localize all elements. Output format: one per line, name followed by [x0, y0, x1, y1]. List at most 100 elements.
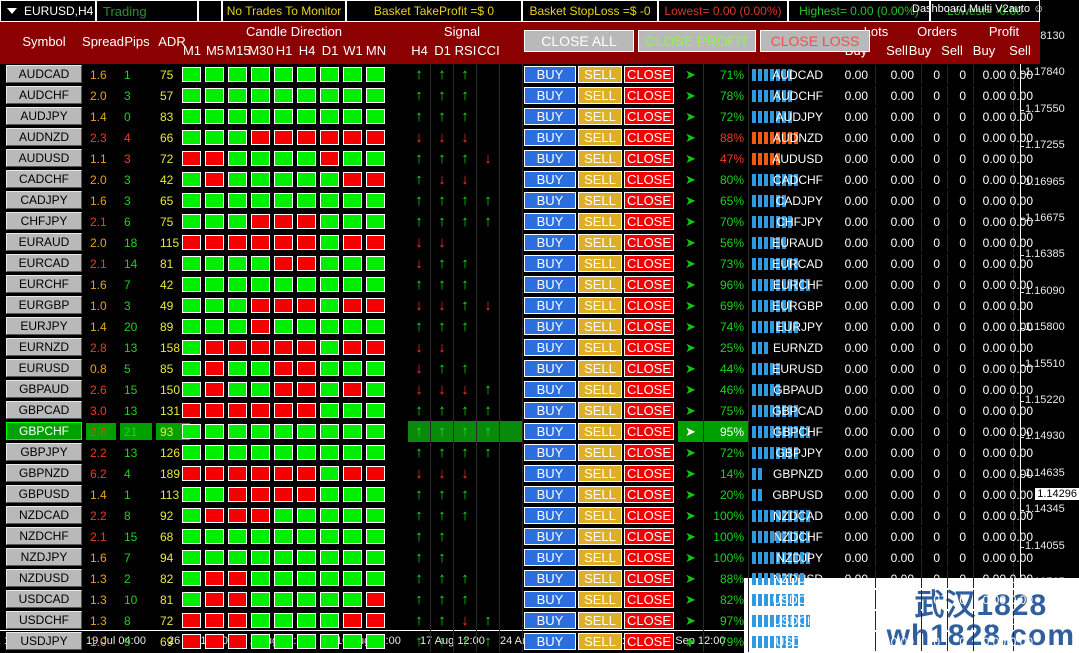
sell-button[interactable]: SELL	[578, 192, 622, 209]
buy-button[interactable]: BUY	[524, 129, 576, 146]
sell-button[interactable]: SELL	[578, 318, 622, 335]
close-button[interactable]: CLOSE	[624, 276, 674, 293]
buy-button[interactable]: BUY	[524, 402, 576, 419]
buy-button[interactable]: BUY	[524, 633, 576, 650]
table-row[interactable]: EURCHF 1.6 7 42 ↑ ↑ ↑ BUY SELL CLOSE ➤ 96% EURCHF 0.0…	[0, 274, 1040, 295]
symbol-button-USDJPY[interactable]: USDJPY	[6, 632, 82, 650]
close-button[interactable]: CLOSE	[624, 87, 674, 104]
buy-button[interactable]: BUY	[524, 318, 576, 335]
symbol-button-GBPCAD[interactable]: GBPCAD	[6, 401, 82, 419]
symbol-button-EURNZD[interactable]: EURNZD	[6, 338, 82, 356]
buy-button[interactable]: BUY	[524, 486, 576, 503]
close-button[interactable]: CLOSE	[624, 192, 674, 209]
sell-button[interactable]: SELL	[578, 486, 622, 503]
table-row[interactable]: GBPNZD 6.2 4 189 ↓ ↓ ↓ BUY SELL CLOSE ➤ 14% GBPNZD 0.…	[0, 463, 1040, 484]
table-row[interactable]: AUDUSD 1.1 3 72 ↑ ↑ ↑ ↓ BUY SELL CLOSE ➤ 47% AUDUSD 0.…	[0, 148, 1040, 169]
close-button[interactable]: CLOSE	[624, 150, 674, 167]
table-row[interactable]: CHFJPY 2.1 6 75 ↑ ↑ ↑ ↑ BUY SELL CLOSE ➤ 70% CHFJPY 0.…	[0, 211, 1040, 232]
table-row[interactable]: GBPCAD 3.0 13 131 ↑ ↑ ↑ ↑ BUY SELL CLOSE ➤ 75% GBPCAD…	[0, 400, 1040, 421]
symbol-button-GBPCHF[interactable]: GBPCHF	[6, 422, 82, 440]
sell-button[interactable]: SELL	[578, 591, 622, 608]
sell-button[interactable]: SELL	[578, 87, 622, 104]
table-row[interactable]: GBPJPY 2.2 13 126 ↑ ↑ ↑ ↑ BUY SELL CLOSE ➤ 72% GBPJPY…	[0, 442, 1040, 463]
sell-button[interactable]: SELL	[578, 633, 622, 650]
table-row[interactable]: AUDCHF 2.0 3 57 ↑ ↑ ↑ BUY SELL CLOSE ➤ 78% AUDCHF 0.0…	[0, 85, 1040, 106]
sell-button[interactable]: SELL	[578, 444, 622, 461]
sell-button[interactable]: SELL	[578, 129, 622, 146]
close-loss-button[interactable]: CLOSE LOSS	[760, 30, 870, 52]
table-row[interactable]: EURAUD 2.0 18 115 ↓ ↓ BUY SELL CLOSE ➤ 56% EURAUD 0.…	[0, 232, 1040, 253]
buy-button[interactable]: BUY	[524, 591, 576, 608]
symbol-button-CADJPY[interactable]: CADJPY	[6, 191, 82, 209]
buy-button[interactable]: BUY	[524, 549, 576, 566]
buy-button[interactable]: BUY	[524, 150, 576, 167]
table-row[interactable]: USDCHF 1.3 8 72 ↑ ↑ ↓ ↑ BUY SELL CLOSE ➤ 97% USDCHF 0.…	[0, 610, 1040, 631]
buy-button[interactable]: BUY	[524, 507, 576, 524]
close-button[interactable]: CLOSE	[624, 528, 674, 545]
close-button[interactable]: CLOSE	[624, 318, 674, 335]
table-row[interactable]: EURUSD 0.8 5 85 ↓ ↑ ↑ BUY SELL CLOSE ➤ 44% EURUSD 0.0…	[0, 358, 1040, 379]
table-row[interactable]: EURJPY 1.4 20 89 ↑ ↑ ↑ BUY SELL CLOSE ➤ 74% EURJPY 0.…	[0, 316, 1040, 337]
table-row[interactable]: GBPAUD 2.6 15 150 ↓ ↓ ↓ ↑ BUY SELL CLOSE ➤ 46% GBPAUD…	[0, 379, 1040, 400]
close-button[interactable]: CLOSE	[624, 381, 674, 398]
close-button[interactable]: CLOSE	[624, 549, 674, 566]
symbol-timeframe-selector[interactable]: EURUSD,H4	[0, 0, 96, 22]
close-all-button[interactable]: CLOSE ALL	[524, 30, 634, 52]
close-button[interactable]: CLOSE	[624, 402, 674, 419]
close-button[interactable]: CLOSE	[624, 255, 674, 272]
buy-button[interactable]: BUY	[524, 339, 576, 356]
buy-button[interactable]: BUY	[524, 66, 576, 83]
table-row[interactable]: CADJPY 1.6 3 65 ↑ ↑ ↑ ↑ BUY SELL CLOSE ➤ 65% CADJPY 0.…	[0, 190, 1040, 211]
sell-button[interactable]: SELL	[578, 276, 622, 293]
buy-button[interactable]: BUY	[524, 612, 576, 629]
symbol-button-USDCHF[interactable]: USDCHF	[6, 611, 82, 629]
buy-button[interactable]: BUY	[524, 213, 576, 230]
symbol-button-CHFJPY[interactable]: CHFJPY	[6, 212, 82, 230]
sell-button[interactable]: SELL	[578, 339, 622, 356]
close-profit-button[interactable]: CLOSE PROFIT	[638, 30, 756, 52]
buy-button[interactable]: BUY	[524, 276, 576, 293]
table-row[interactable]: AUDJPY 1.4 0 83 ↑ ↑ ↑ BUY SELL CLOSE ➤ 72% AUDJPY 0.0…	[0, 106, 1040, 127]
close-button[interactable]: CLOSE	[624, 297, 674, 314]
symbol-button-NZDCAD[interactable]: NZDCAD	[6, 506, 82, 524]
symbol-button-AUDNZD[interactable]: AUDNZD	[6, 128, 82, 146]
close-button[interactable]: CLOSE	[624, 108, 674, 125]
buy-button[interactable]: BUY	[524, 87, 576, 104]
symbol-button-GBPUSD[interactable]: GBPUSD	[6, 485, 82, 503]
close-button[interactable]: CLOSE	[624, 360, 674, 377]
symbol-button-NZDJPY[interactable]: NZDJPY	[6, 548, 82, 566]
symbol-button-AUDJPY[interactable]: AUDJPY	[6, 107, 82, 125]
sell-button[interactable]: SELL	[578, 66, 622, 83]
symbol-button-EURCAD[interactable]: EURCAD	[6, 254, 82, 272]
symbol-button-AUDCAD[interactable]: AUDCAD	[6, 65, 82, 83]
sell-button[interactable]: SELL	[578, 297, 622, 314]
buy-button[interactable]: BUY	[524, 528, 576, 545]
close-button[interactable]: CLOSE	[624, 423, 674, 440]
sell-button[interactable]: SELL	[578, 213, 622, 230]
close-button[interactable]: CLOSE	[624, 171, 674, 188]
buy-button[interactable]: BUY	[524, 465, 576, 482]
buy-button[interactable]: BUY	[524, 171, 576, 188]
close-button[interactable]: CLOSE	[624, 66, 674, 83]
sell-button[interactable]: SELL	[578, 423, 622, 440]
buy-button[interactable]: BUY	[524, 381, 576, 398]
sell-button[interactable]: SELL	[578, 465, 622, 482]
sell-button[interactable]: SELL	[578, 507, 622, 524]
table-row[interactable]: NZDJPY 1.6 7 94 ↑ ↑ BUY SELL CLOSE ➤ 100% NZDJPY 0.0…	[0, 547, 1040, 568]
symbol-button-GBPNZD[interactable]: GBPNZD	[6, 464, 82, 482]
symbol-button-NZDCHF[interactable]: NZDCHF	[6, 527, 82, 545]
symbol-button-AUDCHF[interactable]: AUDCHF	[6, 86, 82, 104]
table-row[interactable]: USDCAD 1.3 10 81 ↑ ↑ ↑ BUY SELL CLOSE ➤ 82% USDCAD 0.…	[0, 589, 1040, 610]
symbol-button-CADCHF[interactable]: CADCHF	[6, 170, 82, 188]
close-button[interactable]: CLOSE	[624, 213, 674, 230]
symbol-button-EURAUD[interactable]: EURAUD	[6, 233, 82, 251]
close-button[interactable]: CLOSE	[624, 444, 674, 461]
table-row[interactable]: AUDCAD 1.6 1 75 ↑ ↑ ↑ BUY SELL CLOSE ➤ 71% AUDCAD 0.0…	[0, 64, 1040, 85]
close-button[interactable]: CLOSE	[624, 612, 674, 629]
symbol-button-GBPAUD[interactable]: GBPAUD	[6, 380, 82, 398]
buy-button[interactable]: BUY	[524, 444, 576, 461]
buy-button[interactable]: BUY	[524, 255, 576, 272]
sell-button[interactable]: SELL	[578, 402, 622, 419]
buy-button[interactable]: BUY	[524, 297, 576, 314]
sell-button[interactable]: SELL	[578, 171, 622, 188]
